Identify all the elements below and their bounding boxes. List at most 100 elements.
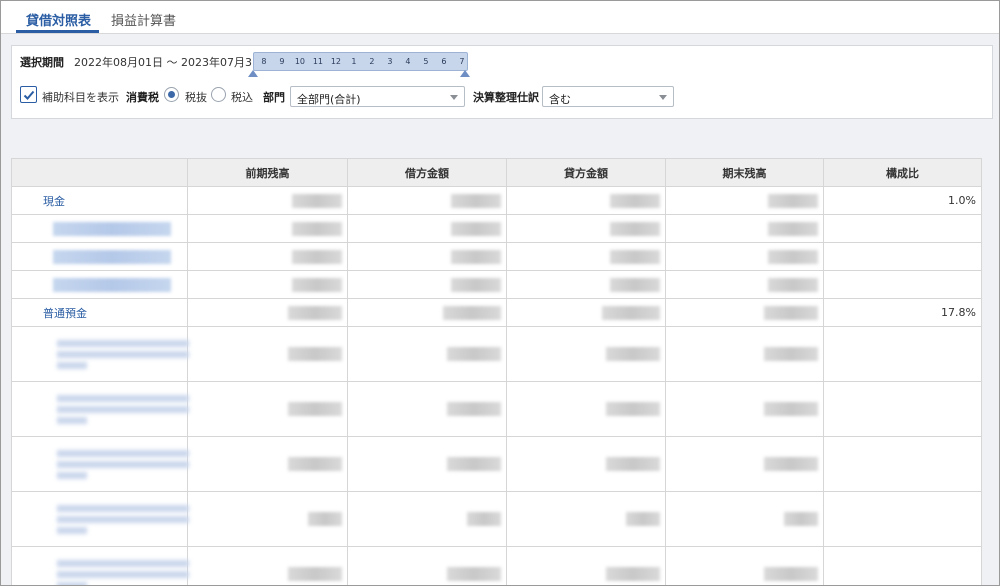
sub-account-cell[interactable] <box>11 270 188 299</box>
month-5[interactable]: 5 <box>417 57 435 66</box>
radio-selected-dot <box>168 91 175 98</box>
month-9[interactable]: 9 <box>273 57 291 66</box>
amount-cell <box>187 381 348 437</box>
redacted-value <box>606 457 660 471</box>
month-6[interactable]: 6 <box>435 57 453 66</box>
range-start-handle[interactable] <box>248 70 258 77</box>
amount-cell <box>506 298 666 327</box>
sub-account-cell[interactable] <box>11 546 189 585</box>
redacted-value <box>764 457 818 471</box>
redacted-value <box>443 305 501 320</box>
month-7[interactable]: 7 <box>453 57 471 66</box>
month-range-slider[interactable]: 8 9 10 11 12 1 2 3 4 5 6 7 <box>253 52 468 71</box>
header-opening-balance: 前期残高 <box>187 158 348 187</box>
redacted-value <box>784 512 818 526</box>
period-value: 2022年08月01日 ～ 2023年07月31日 <box>74 56 270 69</box>
redacted-value <box>447 567 501 581</box>
redacted-value <box>606 567 660 581</box>
ratio-cell <box>823 214 982 243</box>
sub-account-cell[interactable] <box>11 326 189 382</box>
account-name-link[interactable]: 普通預金 <box>11 298 188 327</box>
redacted-value <box>602 305 660 320</box>
chevron-down-icon <box>450 95 458 100</box>
redacted-value <box>447 457 501 471</box>
amount-cell <box>187 298 348 327</box>
sub-account-cell[interactable] <box>11 242 188 271</box>
redacted-value <box>467 512 501 526</box>
checkmark-icon <box>23 90 35 100</box>
month-10[interactable]: 10 <box>291 57 309 66</box>
month-11[interactable]: 11 <box>309 57 327 66</box>
tab-income-statement[interactable]: 損益計算書 <box>111 10 176 29</box>
amount-cell <box>506 186 666 215</box>
sub-account-cell[interactable] <box>11 381 189 437</box>
tab-bar: 貸借対照表 損益計算書 <box>1 1 999 34</box>
redacted-value <box>610 277 660 292</box>
redacted-value <box>606 402 660 416</box>
show-sub-accounts-label: 補助科目を表示 <box>42 91 119 104</box>
chevron-down-icon <box>659 95 667 100</box>
amount-cell <box>506 326 666 382</box>
redacted-value <box>292 277 342 292</box>
table-header-row: 前期残高 借方金額 貸方金額 期末残高 構成比 <box>11 158 982 187</box>
redacted-value <box>768 249 818 264</box>
header-debit: 借方金額 <box>347 158 507 187</box>
tax-included-radio[interactable] <box>211 87 226 102</box>
redacted-value <box>292 193 342 208</box>
app-window: 貸借対照表 損益計算書 選択期間 2022年08月01日 ～ 2023年07月3… <box>0 0 1000 586</box>
sub-account-cell[interactable] <box>11 214 188 243</box>
redacted-value <box>447 402 501 416</box>
closing-entries-label: 決算整理仕訳 <box>473 91 539 104</box>
sub-account-cell[interactable] <box>11 491 189 547</box>
sub-account-cell[interactable] <box>11 436 189 492</box>
redacted-name <box>53 277 171 292</box>
month-3[interactable]: 3 <box>381 57 399 66</box>
redacted-value <box>451 193 501 208</box>
redacted-value <box>451 221 501 236</box>
redacted-value <box>288 347 342 361</box>
amount-cell <box>665 326 824 382</box>
tab-balance-sheet[interactable]: 貸借対照表 <box>26 10 91 29</box>
redacted-value <box>610 249 660 264</box>
amount-cell <box>506 491 666 547</box>
account-name-link[interactable]: 現金 <box>11 186 188 215</box>
active-tab-indicator <box>16 30 99 33</box>
redacted-value <box>451 249 501 264</box>
month-1[interactable]: 1 <box>345 57 363 66</box>
month-2[interactable]: 2 <box>363 57 381 66</box>
show-sub-accounts-checkbox[interactable] <box>20 86 37 103</box>
ratio-cell <box>823 270 982 299</box>
month-4[interactable]: 4 <box>399 57 417 66</box>
amount-cell <box>506 242 666 271</box>
header-account <box>11 158 188 187</box>
department-select[interactable]: 全部門(合計) <box>290 86 465 107</box>
month-8[interactable]: 8 <box>255 57 273 66</box>
ratio-cell <box>823 381 982 437</box>
redacted-value <box>288 567 342 581</box>
ratio-cell <box>823 491 982 547</box>
redacted-value <box>764 567 818 581</box>
amount-cell <box>347 270 507 299</box>
range-end-handle[interactable] <box>460 70 470 77</box>
redacted-value <box>610 221 660 236</box>
amount-cell <box>347 214 507 243</box>
amount-cell <box>187 242 348 271</box>
amount-cell <box>347 491 507 547</box>
redacted-value <box>768 221 818 236</box>
month-12[interactable]: 12 <box>327 57 345 66</box>
ratio-cell: 1.0% <box>823 186 982 215</box>
table-row <box>11 381 982 437</box>
ratio-cell <box>823 546 982 585</box>
redacted-name <box>57 446 189 483</box>
redacted-name <box>53 221 171 236</box>
closing-entries-select[interactable]: 含む <box>542 86 674 107</box>
table-row <box>11 214 982 243</box>
tax-excluded-radio[interactable] <box>164 87 179 102</box>
redacted-name <box>57 336 189 373</box>
amount-cell <box>187 546 348 585</box>
header-ratio: 構成比 <box>823 158 982 187</box>
amount-cell <box>347 436 507 492</box>
amount-cell <box>506 214 666 243</box>
redacted-value <box>447 347 501 361</box>
redacted-value <box>606 347 660 361</box>
